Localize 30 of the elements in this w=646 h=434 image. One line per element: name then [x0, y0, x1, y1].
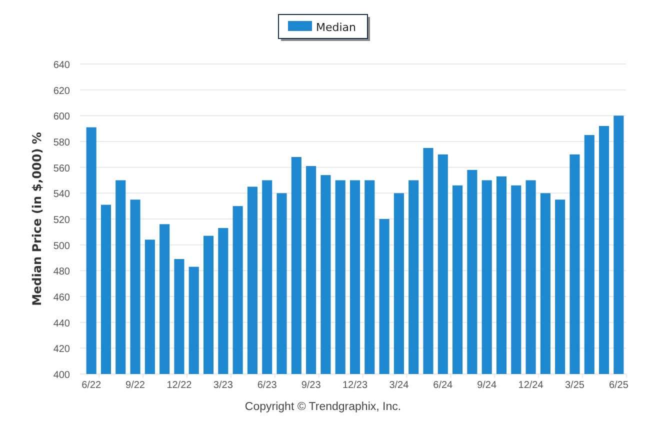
x-tick-label: 6/22: [82, 380, 102, 391]
y-tick-label: 600: [53, 112, 70, 123]
legend-swatch: [288, 21, 312, 31]
y-tick-label: 480: [53, 266, 70, 278]
x-tick-label: 12/22: [166, 380, 192, 391]
y-tick-label: 460: [53, 292, 70, 304]
y-tick-label: 420: [53, 344, 70, 356]
y-tick-label: 560: [53, 163, 70, 174]
y-tick-label: 440: [53, 318, 70, 330]
y-tick-label: 640: [53, 60, 70, 71]
copyright-text: Copyright © Trendgraphix, Inc.: [244, 401, 402, 413]
y-tick-label: 520: [53, 215, 70, 226]
x-tick-label: 6/25: [608, 380, 628, 391]
x-tick-label: 9/24: [477, 380, 497, 391]
x-tick-label: 12/24: [518, 380, 544, 391]
y-axis-title: Median Price (in $,000) %: [30, 132, 44, 306]
y-tick-label: 400: [53, 370, 70, 381]
y-tick-label: 620: [53, 86, 70, 97]
x-tick-label: 6/24: [433, 380, 453, 391]
x-tick-label: 12/23: [342, 380, 368, 391]
x-tick-label: 9/23: [301, 380, 321, 391]
y-tick-label: 540: [53, 189, 70, 200]
y-tick-label: 500: [53, 240, 70, 252]
x-tick-label: 3/25: [565, 380, 584, 391]
x-tick-label: 9/22: [126, 380, 145, 391]
x-tick-label: 3/23: [213, 380, 233, 391]
y-tick-label: 580: [53, 138, 70, 148]
x-tick-label: 3/24: [389, 380, 409, 391]
x-tick-label: 6/23: [257, 380, 277, 391]
legend-label: Median: [316, 21, 356, 34]
